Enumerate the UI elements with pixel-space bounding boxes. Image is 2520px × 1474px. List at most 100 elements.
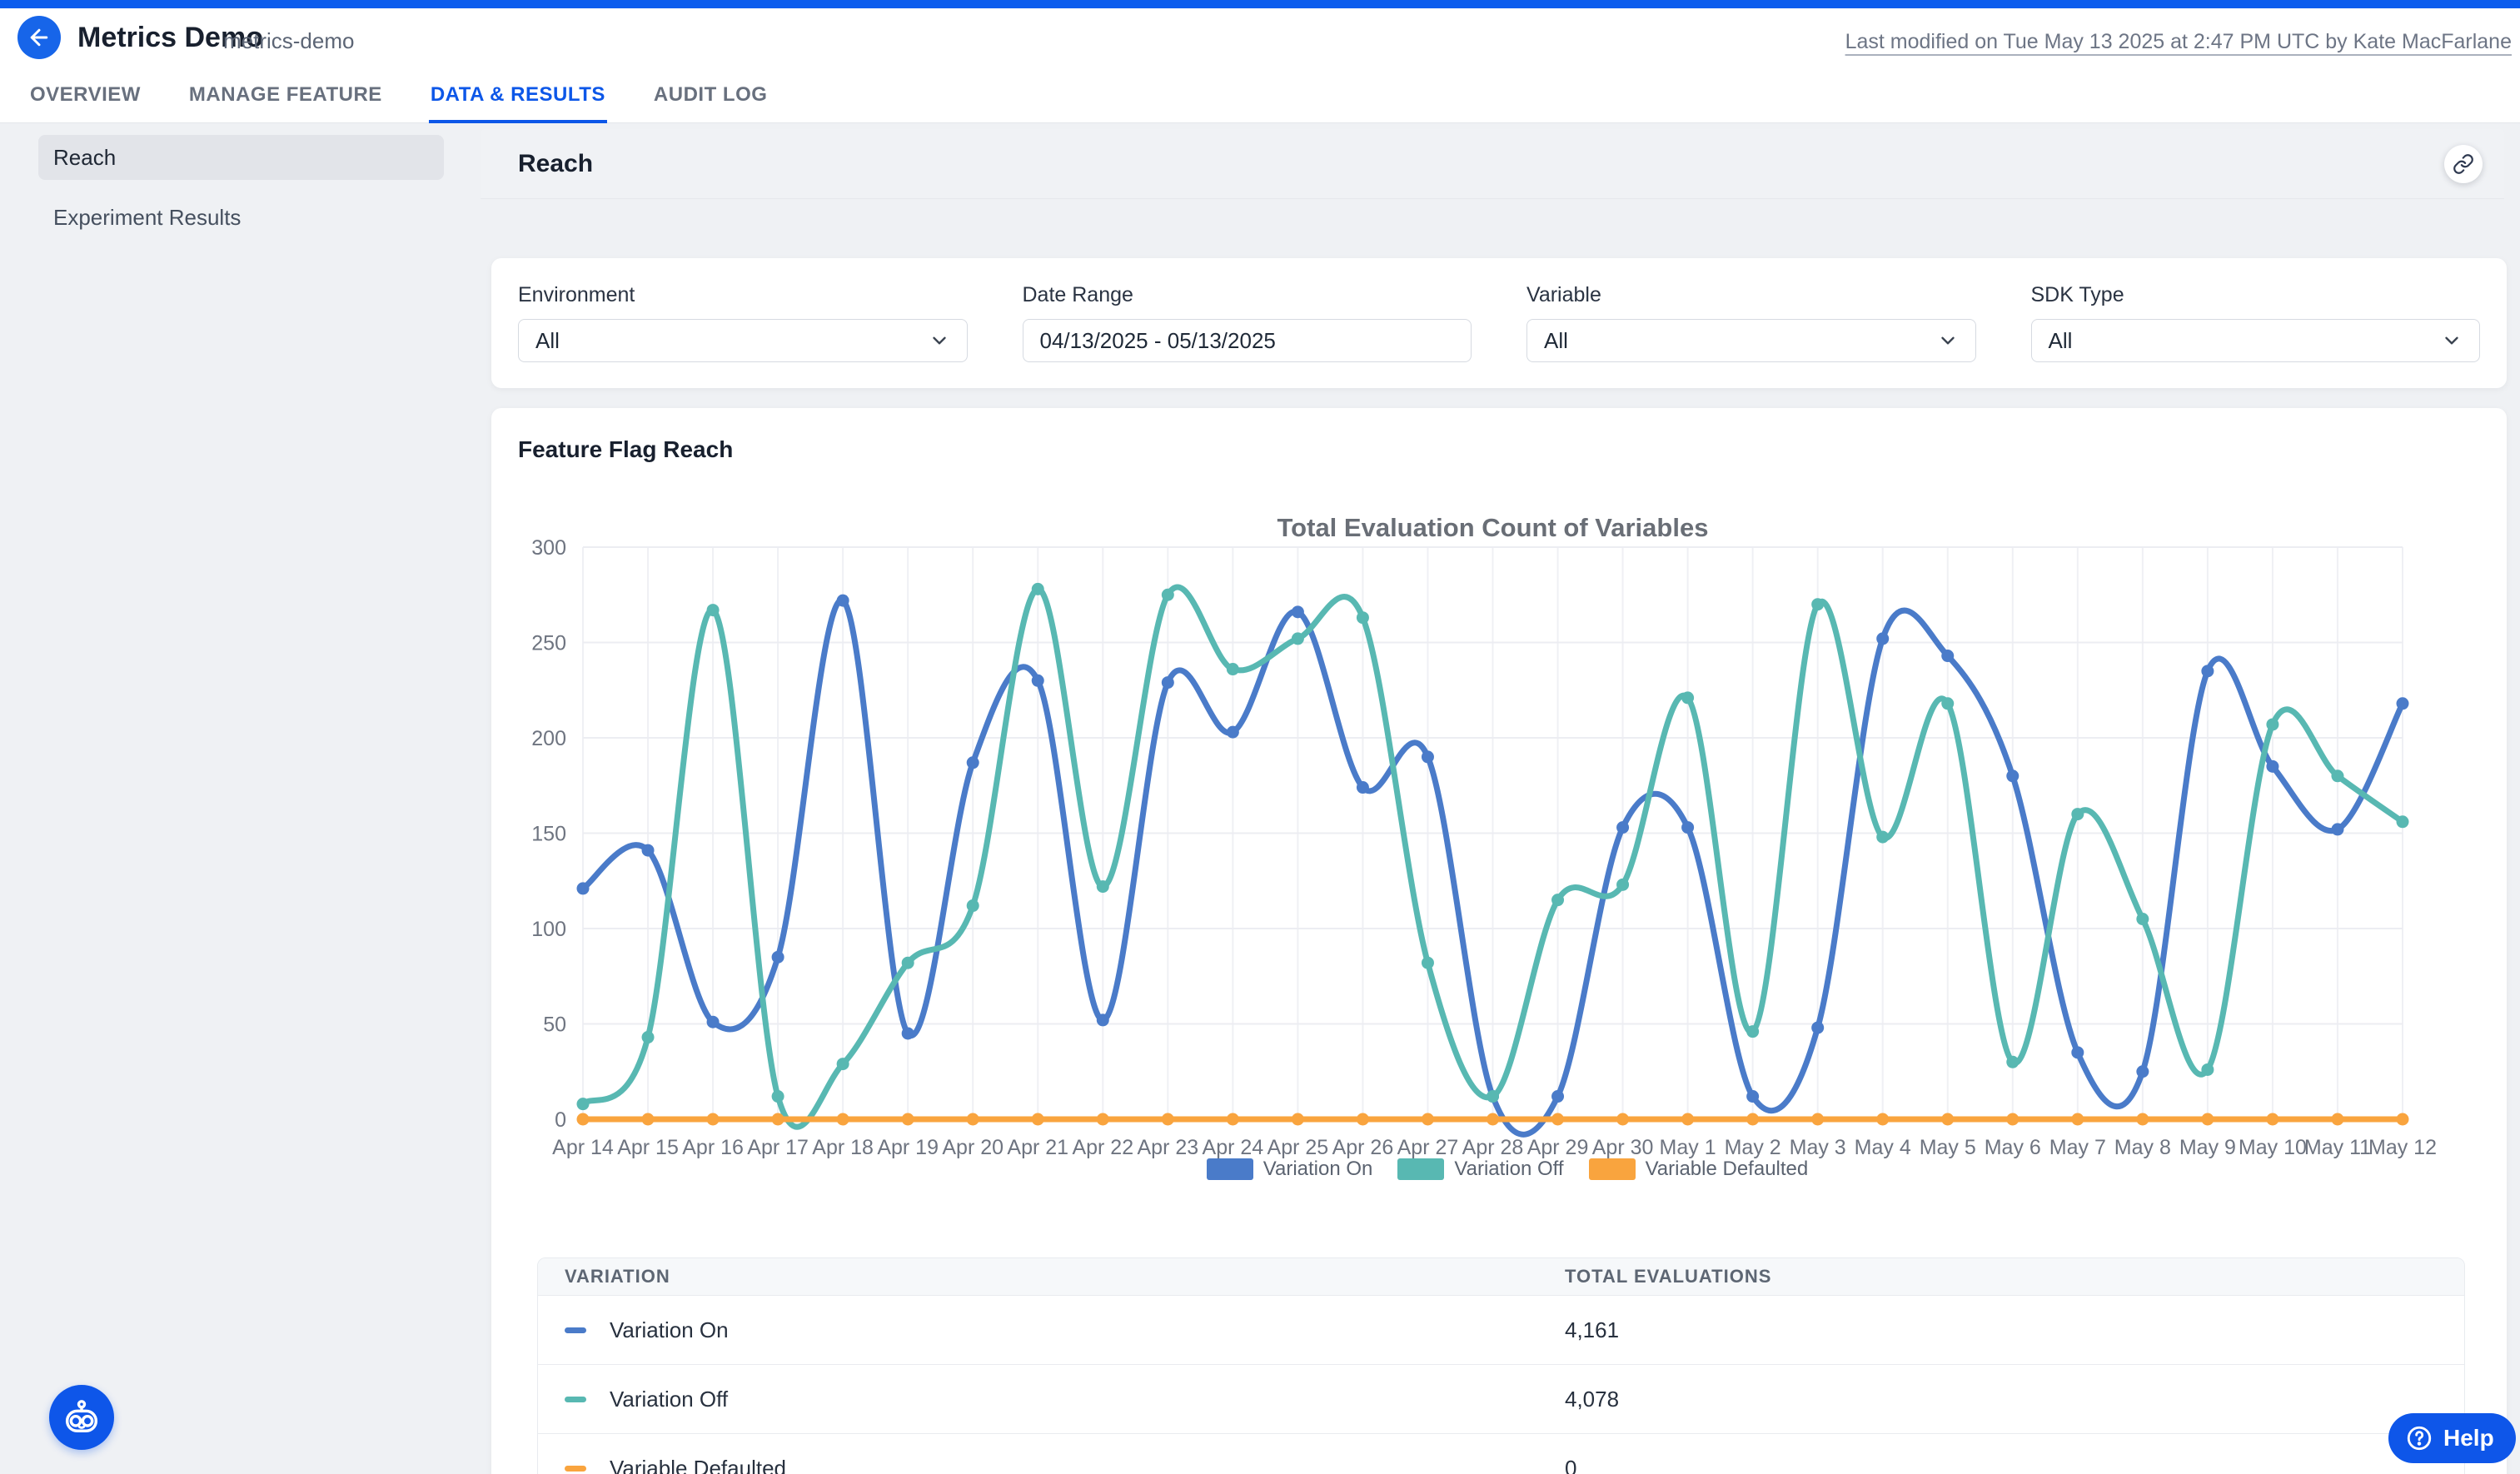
total-evaluations-value: 4,078 bbox=[1565, 1387, 2464, 1412]
series-dash-icon bbox=[565, 1466, 586, 1472]
chevron-down-icon bbox=[2441, 330, 2463, 351]
svg-text:Apr 14: Apr 14 bbox=[552, 1136, 614, 1159]
svg-text:Apr 16: Apr 16 bbox=[682, 1136, 744, 1159]
results-sidebar: Reach Experiment Results bbox=[38, 135, 444, 240]
svg-text:May 6: May 6 bbox=[1985, 1136, 2041, 1159]
legend-label: Variation On bbox=[1263, 1158, 1373, 1181]
question-circle-icon bbox=[2405, 1424, 2433, 1452]
chevron-down-icon bbox=[1937, 330, 1959, 351]
svg-text:250: 250 bbox=[531, 632, 566, 655]
back-button[interactable] bbox=[17, 16, 61, 59]
svg-text:150: 150 bbox=[531, 823, 566, 846]
tab-data-results[interactable]: DATA & RESULTS bbox=[429, 83, 607, 123]
svg-text:Apr 27: Apr 27 bbox=[1397, 1136, 1459, 1159]
svg-text:Apr 23: Apr 23 bbox=[1137, 1136, 1198, 1159]
sidebar-item-reach[interactable]: Reach bbox=[38, 135, 444, 180]
variation-table: VARIATION TOTAL EVALUATIONS Variation On… bbox=[537, 1257, 2465, 1474]
reach-chart-card: Feature Flag Reach 050100150200250300Apr… bbox=[491, 408, 2507, 1474]
column-header-total-evaluations: TOTAL EVALUATIONS bbox=[1565, 1266, 2464, 1287]
chevron-down-icon bbox=[929, 330, 950, 351]
environment-select[interactable]: All bbox=[518, 319, 968, 362]
svg-text:Apr 19: Apr 19 bbox=[877, 1136, 939, 1159]
svg-text:Apr 21: Apr 21 bbox=[1007, 1136, 1068, 1159]
feature-key: metrics-demo bbox=[223, 28, 354, 54]
app-header: Metrics Demo metrics-demo Last modified … bbox=[0, 8, 2520, 123]
svg-text:May 5: May 5 bbox=[1920, 1136, 1976, 1159]
chart-legend: Variation On Variation Off Variable Defaul… bbox=[583, 1158, 2432, 1181]
svg-text:Apr 28: Apr 28 bbox=[1462, 1136, 1524, 1159]
legend-item-variation-off[interactable]: Variation Off bbox=[1397, 1158, 1563, 1181]
help-label: Help bbox=[2443, 1425, 2494, 1452]
sdk-type-select[interactable]: All bbox=[2031, 319, 2481, 362]
svg-text:Apr 25: Apr 25 bbox=[1267, 1136, 1329, 1159]
series-dash-icon bbox=[565, 1397, 586, 1402]
svg-text:May 4: May 4 bbox=[1855, 1136, 1911, 1159]
svg-text:May 10: May 10 bbox=[2239, 1136, 2307, 1159]
svg-text:Apr 17: Apr 17 bbox=[747, 1136, 809, 1159]
legend-item-variable-defaulted[interactable]: Variable Defaulted bbox=[1589, 1158, 1809, 1181]
assistant-robot-button[interactable] bbox=[49, 1385, 114, 1450]
filter-variable: Variable All bbox=[1526, 283, 1976, 363]
legend-swatch bbox=[1397, 1158, 1444, 1180]
filters-panel: Environment All Date Range Variable All … bbox=[491, 258, 2507, 388]
copy-link-button[interactable] bbox=[2444, 145, 2483, 183]
filter-environment: Environment All bbox=[518, 283, 968, 363]
environment-value: All bbox=[535, 328, 560, 354]
filter-sdk-type: SDK Type All bbox=[2031, 283, 2481, 363]
tab-bar: OVERVIEW MANAGE FEATURE DATA & RESULTS A… bbox=[28, 83, 769, 123]
svg-text:100: 100 bbox=[531, 918, 566, 941]
total-evaluations-value: 0 bbox=[1565, 1456, 2464, 1474]
help-button[interactable]: Help bbox=[2388, 1413, 2516, 1463]
variable-value: All bbox=[1544, 328, 1568, 354]
variation-table-body: Variation On4,161Variation Off4,078Varia… bbox=[538, 1295, 2464, 1474]
date-range-label: Date Range bbox=[1023, 283, 1472, 307]
last-modified-link[interactable]: Last modified on Tue May 13 2025 at 2:47… bbox=[1845, 30, 2512, 54]
top-accent-strip bbox=[0, 0, 2520, 8]
legend-label: Variable Defaulted bbox=[1646, 1158, 1809, 1181]
svg-text:Apr 18: Apr 18 bbox=[812, 1136, 874, 1159]
date-range-input[interactable] bbox=[1040, 328, 1455, 354]
column-header-variation: VARIATION bbox=[538, 1266, 1565, 1287]
svg-text:Total Evaluation Count of Vari: Total Evaluation Count of Variables bbox=[1277, 513, 1709, 542]
svg-text:May 11: May 11 bbox=[2304, 1136, 2371, 1159]
svg-text:50: 50 bbox=[543, 1013, 566, 1037]
chart-card-title: Feature Flag Reach bbox=[518, 436, 733, 463]
svg-text:0: 0 bbox=[555, 1108, 566, 1132]
svg-text:Apr 22: Apr 22 bbox=[1072, 1136, 1133, 1159]
svg-text:Apr 29: Apr 29 bbox=[1527, 1136, 1589, 1159]
svg-text:Apr 20: Apr 20 bbox=[942, 1136, 1004, 1159]
section-header: Reach bbox=[481, 129, 2504, 199]
svg-text:300: 300 bbox=[531, 536, 566, 560]
legend-label: Variation Off bbox=[1454, 1158, 1563, 1181]
sidebar-item-experiment-results[interactable]: Experiment Results bbox=[38, 195, 444, 240]
reach-line-chart[interactable]: 050100150200250300Apr 14Apr 15Apr 16Apr … bbox=[500, 500, 2507, 1199]
variable-select[interactable]: All bbox=[1526, 319, 1976, 362]
svg-text:May 2: May 2 bbox=[1725, 1136, 1781, 1159]
svg-text:Apr 30: Apr 30 bbox=[1592, 1136, 1654, 1159]
legend-swatch bbox=[1589, 1158, 1636, 1180]
sdk-type-value: All bbox=[2049, 328, 2073, 354]
svg-text:May 8: May 8 bbox=[2114, 1136, 2171, 1159]
svg-text:May 7: May 7 bbox=[2049, 1136, 2106, 1159]
svg-text:Apr 24: Apr 24 bbox=[1203, 1136, 1264, 1159]
tab-overview[interactable]: OVERVIEW bbox=[28, 83, 142, 123]
legend-swatch bbox=[1207, 1158, 1253, 1180]
tab-manage-feature[interactable]: MANAGE FEATURE bbox=[187, 83, 384, 123]
series-dash-icon bbox=[565, 1327, 586, 1333]
total-evaluations-value: 4,161 bbox=[1565, 1317, 2464, 1343]
sdk-type-label: SDK Type bbox=[2031, 283, 2481, 307]
section-title: Reach bbox=[518, 150, 593, 178]
table-row: Variation On 4,161 bbox=[538, 1295, 2464, 1364]
variation-name: Variable Defaulted bbox=[610, 1456, 786, 1474]
table-row: Variation Off 4,078 bbox=[538, 1364, 2464, 1433]
tab-audit-log[interactable]: AUDIT LOG bbox=[652, 83, 769, 123]
legend-item-variation-on[interactable]: Variation On bbox=[1207, 1158, 1373, 1181]
environment-label: Environment bbox=[518, 283, 968, 307]
variation-name: Variation Off bbox=[610, 1387, 728, 1412]
svg-text:May 9: May 9 bbox=[2179, 1136, 2236, 1159]
table-header: VARIATION TOTAL EVALUATIONS bbox=[538, 1258, 2464, 1295]
arrow-left-icon bbox=[27, 25, 52, 50]
svg-text:May 3: May 3 bbox=[1790, 1136, 1846, 1159]
filter-date-range: Date Range bbox=[1023, 283, 1472, 363]
variation-name: Variation On bbox=[610, 1317, 729, 1343]
